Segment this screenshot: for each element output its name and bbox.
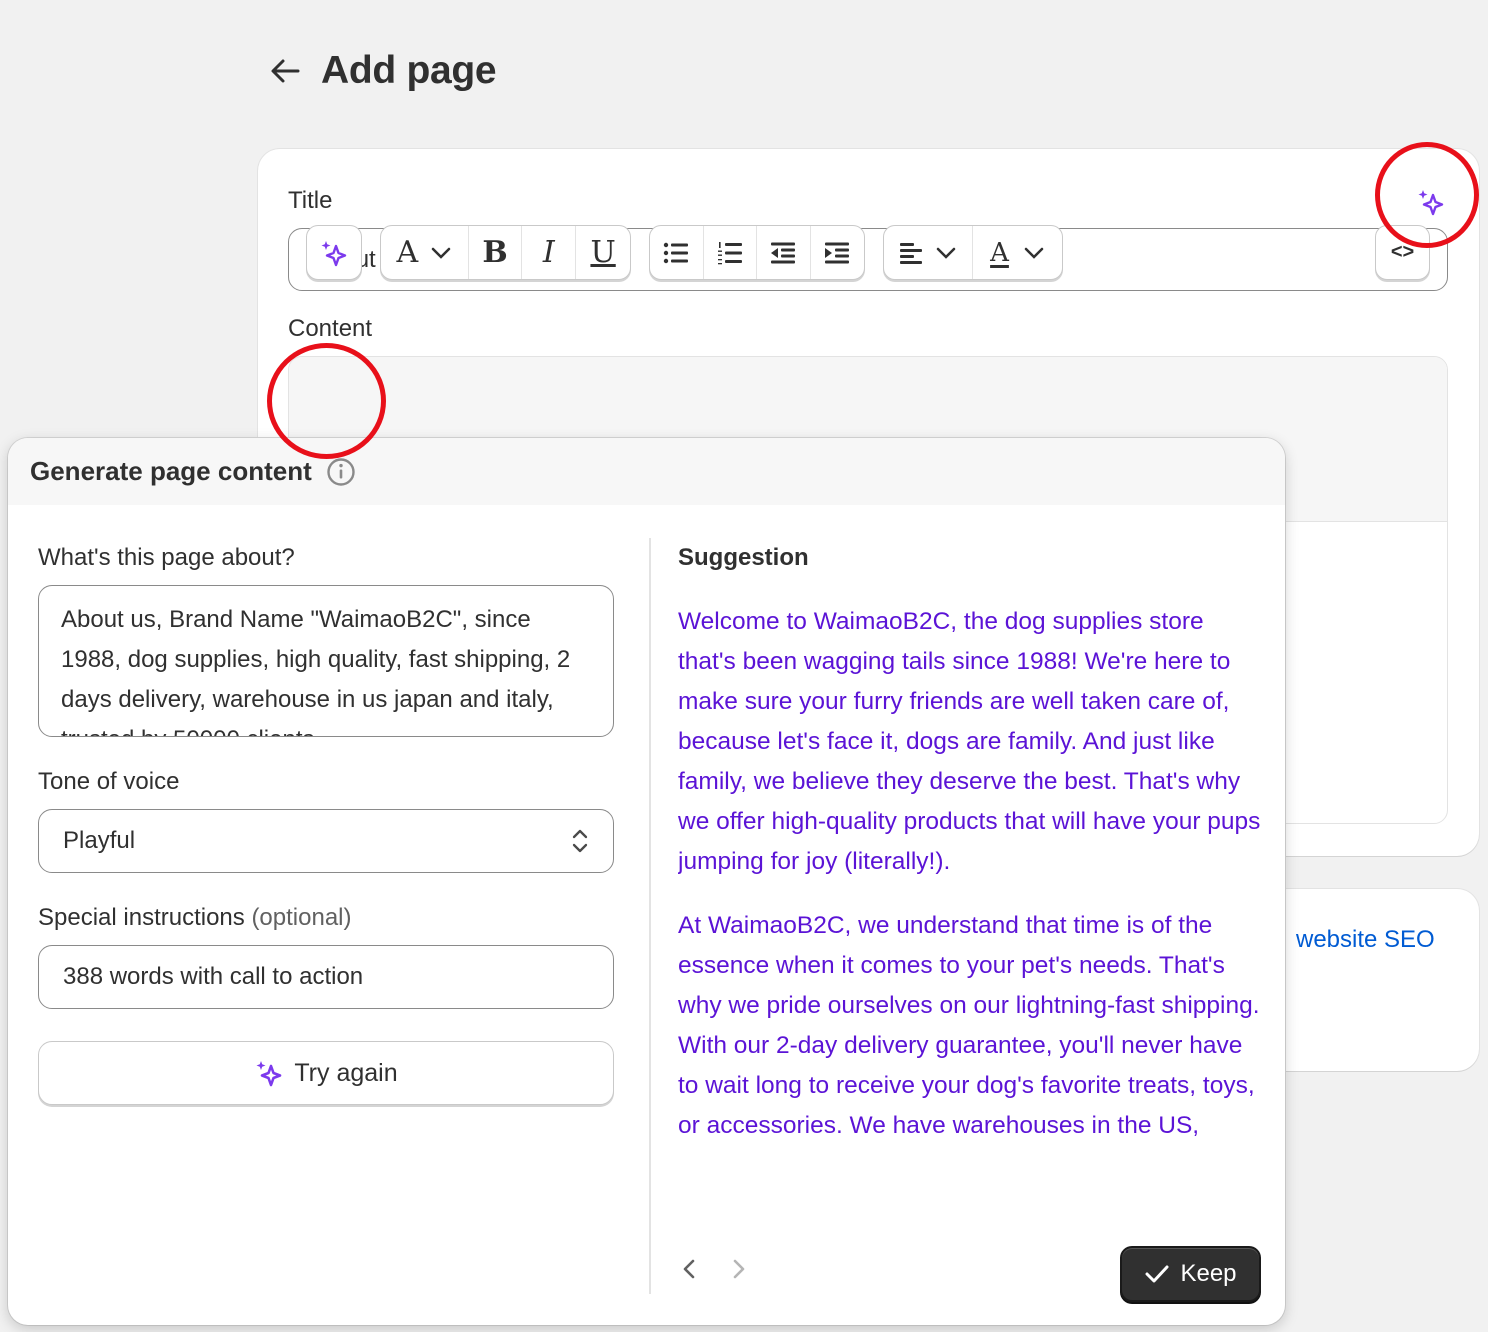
instructions-input[interactable]: 388 words with call to action (38, 945, 614, 1009)
keep-button[interactable]: Keep (1120, 1246, 1261, 1302)
ai-generate-group (306, 225, 362, 280)
text-format-group: A B I U (380, 225, 631, 280)
chevron-down-icon (1024, 247, 1044, 259)
tone-select[interactable]: Playful (38, 809, 614, 873)
outdent-button[interactable] (757, 226, 811, 279)
bullet-list-button[interactable] (650, 226, 704, 279)
popover-header: Generate page content (8, 438, 1285, 505)
suggestion-title: Suggestion (678, 544, 809, 571)
font-style-glyph: A (396, 235, 419, 270)
generate-content-popover: Generate page content What's this page a… (8, 438, 1285, 1325)
text-color-glyph: A (990, 237, 1009, 268)
italic-glyph: I (542, 235, 555, 270)
code-view-button[interactable]: <> (1376, 226, 1429, 279)
chevron-right-icon (733, 1259, 745, 1279)
numbered-list-icon (717, 241, 742, 264)
font-style-dropdown[interactable]: A (381, 226, 469, 279)
instructions-label: Special instructions (optional) (38, 904, 352, 932)
try-again-label: Try again (294, 1058, 398, 1087)
bullet-list-icon (664, 242, 689, 263)
ai-generate-button[interactable] (307, 226, 361, 279)
underline-button[interactable]: U (576, 226, 630, 279)
instructions-optional: (optional) (251, 904, 352, 931)
back-arrow-icon (271, 59, 300, 83)
indent-button[interactable] (811, 226, 865, 279)
bold-glyph: B (482, 235, 508, 270)
code-view-glyph: <> (1390, 241, 1415, 263)
popover-title: Generate page content (30, 456, 312, 486)
numbered-list-button[interactable] (704, 226, 757, 279)
sparkle-icon (321, 240, 347, 266)
align-left-icon (900, 242, 922, 264)
chevron-left-icon (683, 1259, 695, 1279)
page-title: Add page (321, 49, 497, 92)
italic-button[interactable]: I (522, 226, 577, 279)
instructions-value: 388 words with call to action (63, 963, 364, 990)
previous-suggestion-button[interactable] (678, 1256, 702, 1282)
sparkle-icon (256, 1061, 282, 1087)
text-color-dropdown[interactable]: A (973, 226, 1062, 279)
instructions-label-text: Special instructions (38, 904, 245, 931)
chevron-down-icon (431, 247, 451, 259)
check-icon (1145, 1265, 1169, 1283)
outdent-icon (771, 242, 796, 263)
info-icon[interactable] (326, 457, 356, 487)
keep-label: Keep (1180, 1260, 1237, 1287)
alignment-color-group: A (883, 225, 1063, 280)
content-label: Content (288, 315, 373, 342)
suggestion-pager (678, 1256, 750, 1282)
bold-button[interactable]: B (469, 226, 523, 279)
underline-glyph: U (590, 235, 616, 270)
page-header: Add page (265, 46, 497, 96)
try-again-button[interactable]: Try again (38, 1041, 614, 1105)
about-label: What's this page about? (38, 544, 295, 571)
select-chevrons-icon (572, 829, 588, 853)
code-view-group: <> (1375, 225, 1430, 280)
title-ai-button[interactable] (1413, 184, 1449, 220)
tone-value: Playful (63, 827, 136, 854)
list-format-group (649, 225, 865, 280)
chevron-down-icon (936, 247, 956, 259)
title-label: Title (288, 187, 333, 214)
next-suggestion-button[interactable] (726, 1256, 750, 1282)
tone-label: Tone of voice (38, 768, 180, 795)
seo-link[interactable]: website SEO (1296, 926, 1435, 954)
column-divider (649, 538, 651, 1294)
suggestion-paragraph: At WaimaoB2C, we understand that time is… (678, 912, 1260, 1139)
back-button[interactable] (265, 46, 305, 96)
align-dropdown[interactable] (884, 226, 973, 279)
suggestion-paragraph: Welcome to WaimaoB2C, the dog supplies s… (678, 608, 1261, 875)
sparkle-icon (1418, 190, 1444, 216)
indent-icon (825, 242, 850, 263)
suggestion-text: Welcome to WaimaoB2C, the dog supplies s… (678, 602, 1263, 1222)
about-textarea[interactable]: About us, Brand Name "WaimaoB2C", since … (38, 585, 614, 737)
